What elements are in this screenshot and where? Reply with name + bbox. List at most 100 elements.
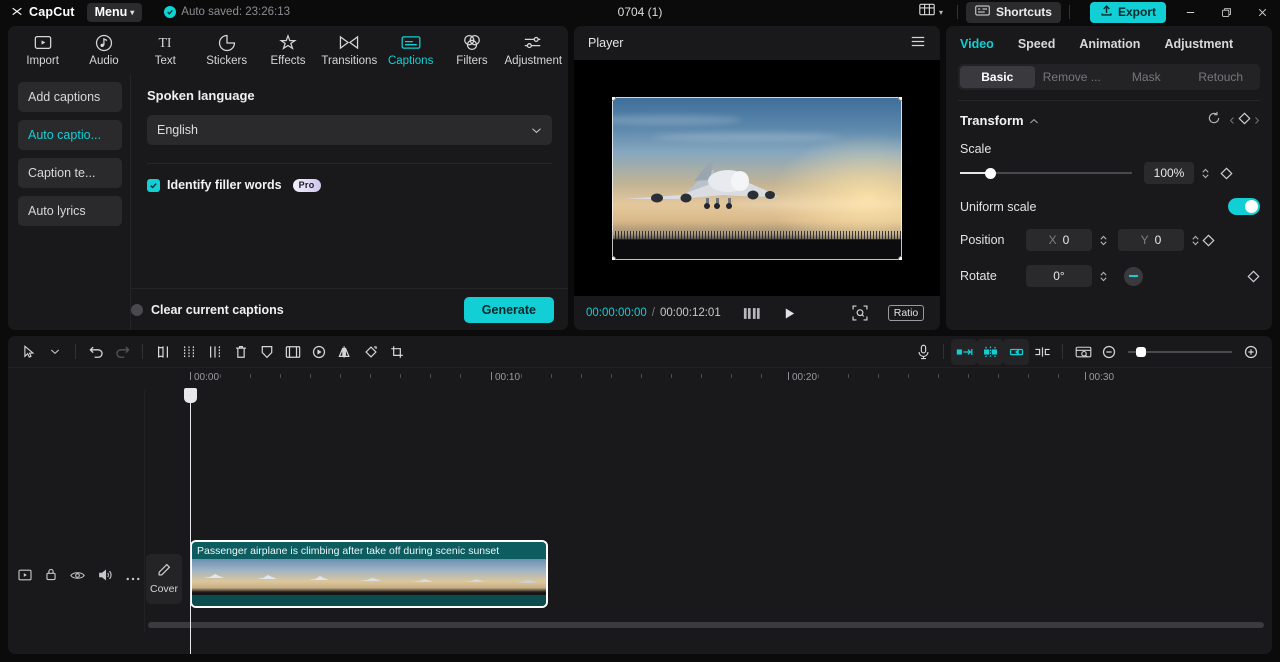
position-y-stepper[interactable] [1188,234,1202,247]
tab-label: Audio [89,55,119,67]
mirror-icon[interactable] [332,339,358,365]
hamburger-icon[interactable] [910,35,926,51]
rotate-input[interactable]: 0° [1026,265,1092,287]
segment-mask[interactable]: Mask [1109,66,1184,88]
generate-button[interactable]: Generate [463,296,554,323]
maximize-button[interactable] [1208,0,1244,24]
uniform-scale-toggle[interactable] [1228,198,1260,215]
tab-import[interactable]: Import [12,27,73,73]
ratio-button[interactable]: Ratio [887,305,925,321]
delete-icon[interactable] [228,339,254,365]
export-button[interactable]: Export [1089,1,1166,23]
select-arrow-icon[interactable] [16,339,42,365]
chevron-down-icon[interactable] [42,339,68,365]
tab-stickers[interactable]: Stickers [196,27,257,73]
magnet-snap-icon[interactable] [977,338,1003,365]
crop-frame-icon[interactable] [280,339,306,365]
sidebar-item-caption-templates[interactable]: Caption te... [18,158,122,188]
sidebar-item-auto-lyrics[interactable]: Auto lyrics [18,196,122,226]
cover-button[interactable]: Cover [146,554,182,604]
shortcuts-button[interactable]: Shortcuts [965,1,1061,23]
zoom-out-icon[interactable] [1096,339,1122,365]
clear-captions-checkbox[interactable] [131,303,143,316]
timeline-ruler[interactable]: 00:00 00:10 00:20 00:30 [8,368,1272,390]
spoken-language-select[interactable]: English [147,115,552,145]
layout-button[interactable]: ▾ [913,1,949,23]
volume-icon[interactable] [98,568,113,586]
segment-basic[interactable]: Basic [960,66,1035,88]
tab-captions[interactable]: Captions [380,27,441,73]
reset-icon[interactable] [1207,111,1221,130]
captions-icon [401,33,421,52]
keyframe-diamond-icon[interactable] [1238,111,1251,130]
reverse-icon[interactable] [306,339,332,365]
link-cut-icon[interactable] [1029,339,1055,365]
tab-audio[interactable]: Audio [73,27,134,73]
split-icon[interactable] [150,339,176,365]
sidebar-item-auto-captions[interactable]: Auto captio... [18,120,122,150]
zoom-fit-icon[interactable] [852,305,868,321]
preview-stage[interactable] [574,60,940,296]
video-track-icon[interactable] [18,568,32,586]
timeline-zoom-slider[interactable] [1128,346,1232,358]
trim-right-icon[interactable] [202,339,228,365]
lock-icon[interactable] [45,568,57,586]
playhead-handle[interactable] [184,388,197,403]
keyframe-controls[interactable] [1229,111,1260,130]
more-icon[interactable] [126,568,140,586]
sidebar-item-add-captions[interactable]: Add captions [18,82,122,112]
position-y-input[interactable]: Y 0 [1118,229,1184,251]
current-time[interactable]: 00:00:00:00 [586,307,647,319]
play-icon[interactable] [783,307,796,320]
keyframe-next-icon[interactable] [1254,112,1260,130]
tab-adjustment[interactable]: Adjustment [503,27,564,73]
tab-speed[interactable]: Speed [1018,37,1056,51]
eye-icon[interactable] [70,568,85,586]
trim-left-icon[interactable] [176,339,202,365]
snap-left-icon[interactable] [951,338,977,365]
playhead[interactable] [184,388,197,654]
scale-slider[interactable] [960,167,1132,179]
timeline-horizontal-scrollbar[interactable] [148,622,1264,628]
segment-remove-bg[interactable]: Remove ... [1035,66,1110,88]
scale-stepper[interactable] [1198,167,1212,180]
position-x-input[interactable]: X 0 [1026,229,1092,251]
microphone-icon[interactable] [910,339,936,365]
tab-animation[interactable]: Animation [1079,37,1140,51]
preview-render-icon[interactable] [1070,339,1096,365]
slider-knob[interactable] [985,167,996,179]
scale-value-input[interactable]: 100% [1144,162,1194,184]
position-keyframe[interactable] [1202,233,1215,247]
rotate-dial[interactable] [1124,266,1143,286]
menu-button[interactable]: Menu ▾ [86,2,143,22]
tab-transitions[interactable]: Transitions [319,27,380,73]
tab-effects[interactable]: Effects [257,27,318,73]
filler-words-checkbox[interactable] [147,178,160,192]
minimize-button[interactable] [1172,0,1208,24]
resize-handle-tr[interactable] [898,96,902,101]
rotate-keyframe[interactable] [1247,269,1260,283]
snap-right-icon[interactable] [1003,338,1029,365]
tab-adjustment[interactable]: Adjustment [1164,37,1233,51]
resize-handle-br[interactable] [898,255,902,260]
zoom-in-icon[interactable] [1238,339,1264,365]
segment-retouch[interactable]: Retouch [1184,66,1259,88]
video-clip[interactable]: Passenger airplane is climbing after tak… [190,540,548,608]
rotate-icon[interactable] [358,339,384,365]
close-button[interactable] [1244,0,1280,24]
tab-text[interactable]: TI Text [135,27,196,73]
frames-icon[interactable] [743,307,761,320]
keyframe-prev-icon[interactable] [1229,112,1235,130]
crop-icon[interactable] [384,339,410,365]
tab-filters[interactable]: Filters [441,27,502,73]
position-x-stepper[interactable] [1096,234,1110,247]
rotate-stepper[interactable] [1096,270,1110,283]
filler-words-row[interactable]: Identify filler words Pro [147,178,552,192]
timeline-tracks[interactable]: Cover Passenger airplane is climbing aft… [8,388,1272,654]
undo-icon[interactable] [83,339,109,365]
chevron-up-icon[interactable] [1029,112,1039,130]
scale-keyframe[interactable] [1220,166,1233,180]
tab-video[interactable]: Video [960,37,994,51]
slider-knob[interactable] [1136,346,1146,357]
freeze-icon[interactable] [254,339,280,365]
